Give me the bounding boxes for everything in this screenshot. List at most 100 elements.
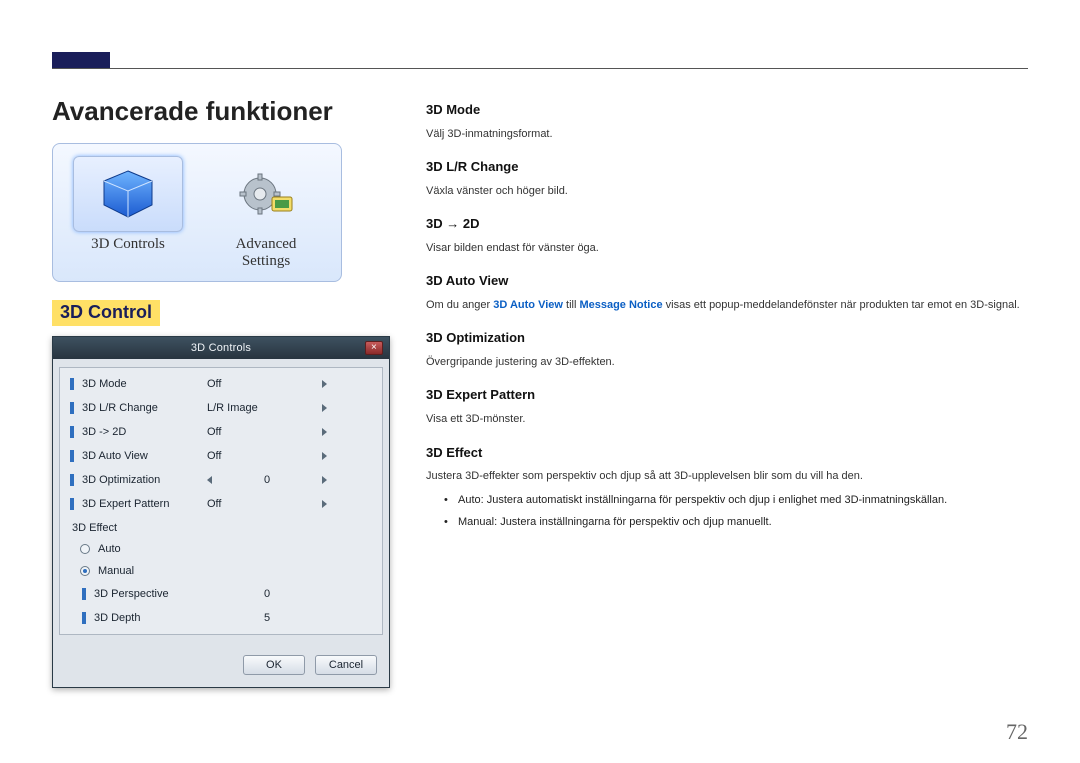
close-icon: × <box>371 342 377 353</box>
bullet-icon <box>70 426 74 438</box>
section-heading-3d-control: 3D Control <box>52 300 160 326</box>
row-value-stepper[interactable]: 0 <box>207 588 327 600</box>
row-value-stepper[interactable]: Off <box>207 426 327 438</box>
page-content: Avancerade funktioner <box>52 96 1028 733</box>
row-3d-perspective: 3D Perspective 0 <box>62 582 380 606</box>
dialog-body: 3D Mode Off 3D L/R Change L/R Image <box>53 359 389 645</box>
text: Om du anger <box>426 299 493 311</box>
gear-icon <box>211 156 321 232</box>
text: : Justera automatiskt inställningarna fö… <box>481 494 948 506</box>
bullet-icon <box>70 498 74 510</box>
row-label: 3D L/R Change <box>82 402 207 414</box>
heading-3d-auto-view: 3D Auto View <box>426 271 1028 291</box>
left-column: Avancerade funktioner <box>52 96 392 733</box>
cube-icon <box>73 156 183 232</box>
list-item: Manual: Justera inställningarna för pers… <box>444 514 1028 531</box>
chevron-right-icon <box>322 380 327 388</box>
header-mark <box>52 52 110 68</box>
thumb-3d-controls[interactable]: 3D Controls <box>59 150 197 275</box>
row-value-text: Off <box>207 426 314 438</box>
chevron-right-icon <box>322 452 327 460</box>
row-3d-mode: 3D Mode Off <box>62 372 380 396</box>
close-button[interactable]: × <box>365 341 383 355</box>
desc-3d-mode: Välj 3D-inmatningsformat. <box>426 126 1028 144</box>
radio-label: Manual <box>98 565 134 577</box>
row-value-text: 0 <box>207 588 327 600</box>
cancel-button[interactable]: Cancel <box>315 655 377 675</box>
thumbnail-row: 3D Controls <box>52 143 342 282</box>
page-number: 72 <box>1006 719 1028 745</box>
row-label: 3D Expert Pattern <box>82 498 207 510</box>
thumb-advanced-line1: Advanced <box>236 236 297 252</box>
row-value-text: Off <box>207 450 314 462</box>
row-value-text: 5 <box>207 612 327 624</box>
row-value-stepper[interactable]: L/R Image <box>207 402 327 414</box>
row-value-stepper[interactable]: Off <box>207 450 327 462</box>
text: : Justera inställningarna för perspektiv… <box>494 516 772 528</box>
text: till <box>563 299 580 311</box>
row-label: 3D Optimization <box>82 474 207 486</box>
chevron-right-icon <box>322 428 327 436</box>
heading-3d-mode: 3D Mode <box>426 100 1028 120</box>
bullet-icon <box>82 612 86 624</box>
row-label: 3D Mode <box>82 378 207 390</box>
thumb-advanced-settings-label: Advanced Settings <box>199 236 333 271</box>
heading-3d-expert-pattern: 3D Expert Pattern <box>426 385 1028 405</box>
list-item: Auto: Justera automatiskt inställningarn… <box>444 492 1028 509</box>
row-value-stepper[interactable]: Off <box>207 498 327 510</box>
bullet-icon <box>70 450 74 462</box>
heading-3d-lr-change: 3D L/R Change <box>426 157 1028 177</box>
keyword: Auto <box>458 494 481 506</box>
row-label: 3D Depth <box>94 612 207 624</box>
desc-3d-expert-pattern: Visa ett 3D-mönster. <box>426 411 1028 429</box>
radio-label: Auto <box>98 543 121 555</box>
bullet-icon <box>82 588 86 600</box>
keyword: Message Notice <box>579 299 662 311</box>
row-label: 3D Perspective <box>94 588 207 600</box>
radio-manual[interactable]: Manual <box>62 560 380 582</box>
bullet-icon <box>70 402 74 414</box>
row-value-stepper[interactable]: 5 <box>207 612 327 624</box>
group-3d-effect-label: 3D Effect <box>62 516 380 538</box>
desc-3d-optimization: Övergripande justering av 3D-effekten. <box>426 354 1028 372</box>
row-3d-optimization: 3D Optimization 0 <box>62 468 380 492</box>
right-column: 3D Mode Välj 3D-inmatningsformat. 3D L/R… <box>426 96 1028 733</box>
radio-auto[interactable]: Auto <box>62 538 380 560</box>
chevron-right-icon <box>322 404 327 412</box>
desc-3d-effect: Justera 3D-effekter som perspektiv och d… <box>426 468 1028 486</box>
text: visas ett popup-meddelandefönster när pr… <box>663 299 1020 311</box>
dialog-inner: 3D Mode Off 3D L/R Change L/R Image <box>59 367 383 635</box>
bullet-icon <box>70 378 74 390</box>
desc-3d-to-2d: Visar bilden endast för vänster öga. <box>426 240 1028 258</box>
row-value-stepper[interactable]: 0 <box>207 474 327 486</box>
thumb-advanced-settings[interactable]: Advanced Settings <box>197 150 335 275</box>
row-value-stepper[interactable]: Off <box>207 378 327 390</box>
row-value-text: Off <box>207 378 314 390</box>
dialog-title: 3D Controls × <box>53 337 389 359</box>
row-value-text: L/R Image <box>207 402 314 414</box>
dialog-title-text: 3D Controls <box>191 342 251 354</box>
radio-icon <box>80 544 90 554</box>
dialog-buttons: OK Cancel <box>53 645 389 687</box>
row-3d-auto-view: 3D Auto View Off <box>62 444 380 468</box>
radio-icon <box>80 566 90 576</box>
row-3d-depth: 3D Depth 5 <box>62 606 380 630</box>
row-3d-to-2d: 3D -> 2D Off <box>62 420 380 444</box>
heading-3d-optimization: 3D Optimization <box>426 328 1028 348</box>
page-title: Avancerade funktioner <box>52 96 392 127</box>
ok-button[interactable]: OK <box>243 655 305 675</box>
desc-3d-lr-change: Växla vänster och höger bild. <box>426 183 1028 201</box>
bullet-icon <box>70 474 74 486</box>
keyword: 3D Auto View <box>493 299 563 311</box>
dialog-3d-controls: 3D Controls × 3D Mode Off <box>52 336 390 688</box>
keyword: Manual <box>458 516 494 528</box>
row-3d-expert-pattern: 3D Expert Pattern Off <box>62 492 380 516</box>
row-3d-lr-change: 3D L/R Change L/R Image <box>62 396 380 420</box>
bullet-list-3d-effect: Auto: Justera automatiskt inställningarn… <box>444 492 1028 531</box>
chevron-right-icon <box>322 500 327 508</box>
row-value-text: 0 <box>220 474 314 486</box>
chevron-left-icon <box>207 476 212 484</box>
header-rule <box>52 68 1028 69</box>
row-label: 3D Auto View <box>82 450 207 462</box>
heading-3d-to-2d: 3D → 2D <box>426 214 1028 234</box>
